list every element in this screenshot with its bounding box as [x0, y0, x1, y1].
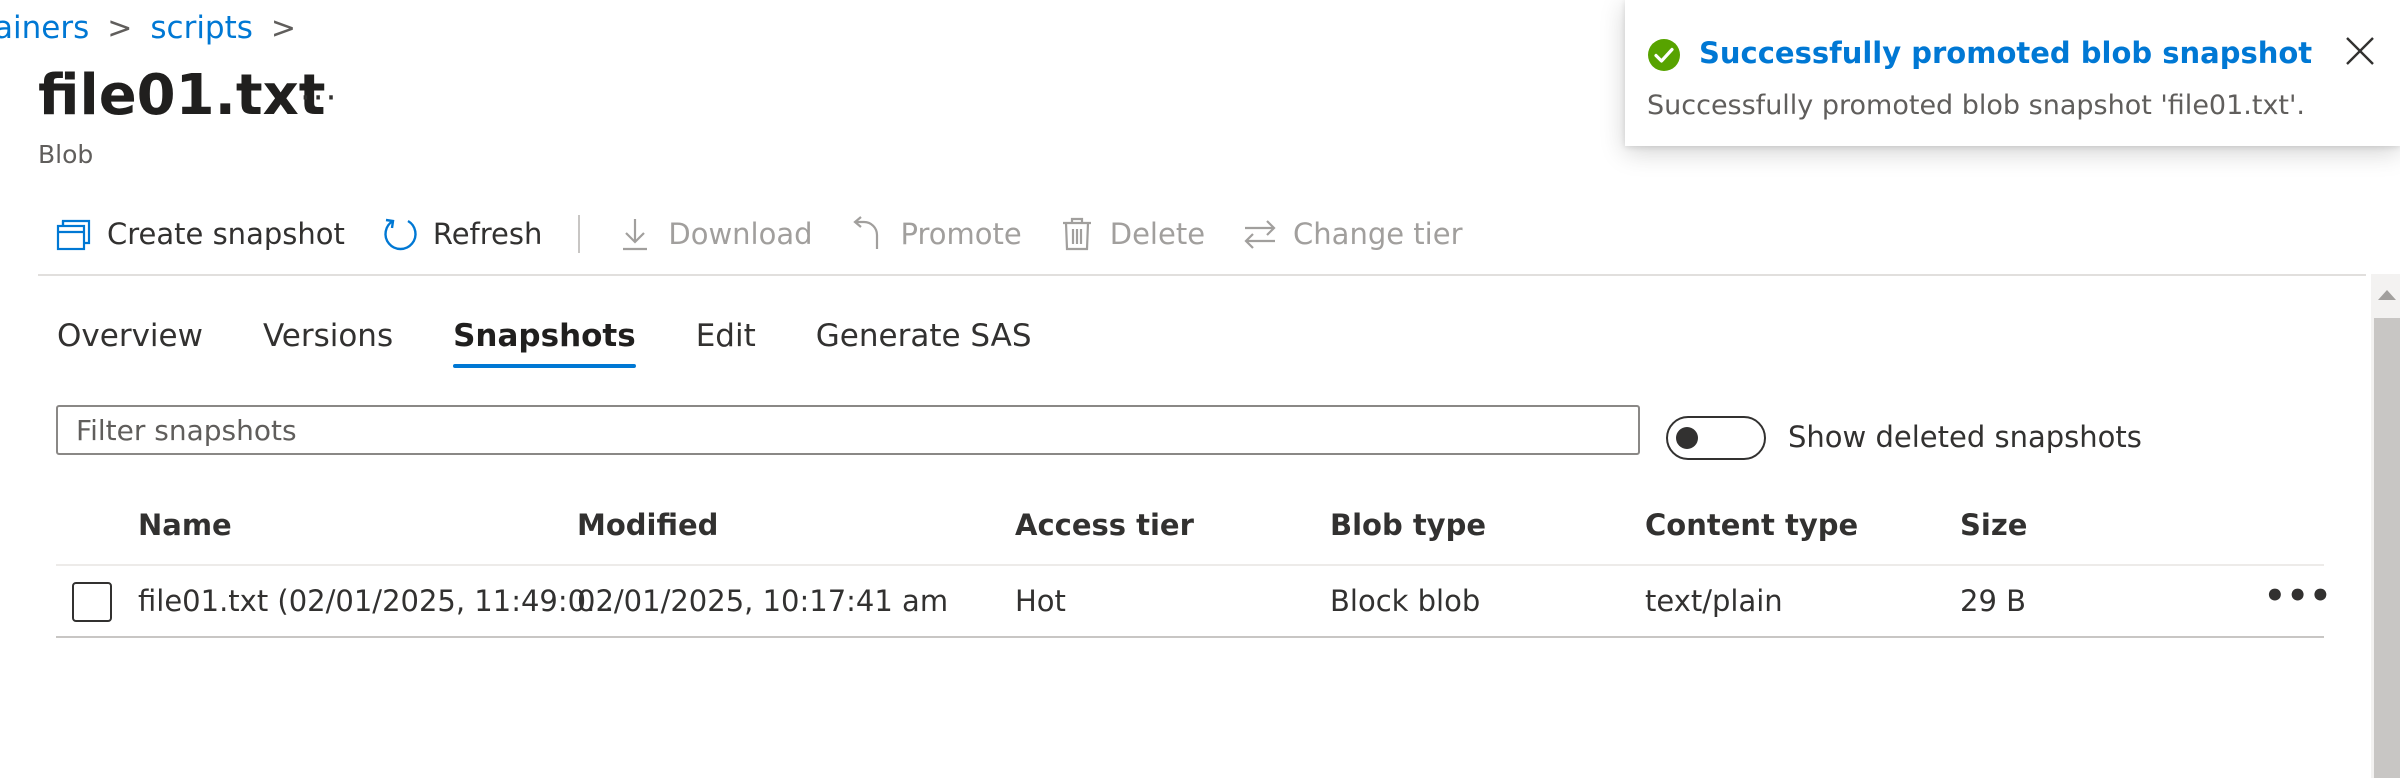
- more-actions-button[interactable]: ···: [300, 78, 338, 118]
- show-deleted-label: Show deleted snapshots: [1788, 420, 2142, 454]
- row-select-checkbox[interactable]: [72, 582, 112, 622]
- download-button[interactable]: Download: [616, 215, 813, 253]
- toolbar-divider-line: [38, 274, 2366, 276]
- breadcrumb-separator: >: [107, 10, 133, 46]
- breadcrumb-item-containers[interactable]: ainers: [0, 10, 89, 46]
- column-header-blob-type[interactable]: Blob type: [1330, 508, 1486, 542]
- cell-modified: 02/01/2025, 10:17:41 am: [577, 584, 949, 618]
- filter-snapshots-input[interactable]: [56, 405, 1640, 455]
- column-header-modified[interactable]: Modified: [577, 508, 718, 542]
- table-row-divider: [56, 636, 2324, 638]
- close-icon[interactable]: [2343, 34, 2377, 68]
- promote-icon: [852, 216, 878, 249]
- cell-content-type: text/plain: [1645, 584, 1783, 618]
- create-snapshot-button[interactable]: Create snapshot: [55, 215, 345, 253]
- tab-bar: Overview Versions Snapshots Edit Generat…: [57, 318, 1092, 368]
- breadcrumb-item-scripts[interactable]: scripts: [150, 10, 253, 46]
- row-more-actions-button[interactable]: •••: [2264, 576, 2332, 616]
- create-snapshot-label: Create snapshot: [107, 217, 345, 251]
- swap-arrows-icon: [1244, 220, 1276, 249]
- snapshot-stack-icon: [56, 219, 91, 251]
- page-subtitle: Blob: [38, 140, 94, 169]
- column-header-size[interactable]: Size: [1960, 508, 2027, 542]
- promote-label: Promote: [900, 217, 1022, 251]
- trash-icon: [1062, 217, 1091, 251]
- success-check-icon: [1648, 39, 1680, 71]
- cell-name[interactable]: file01.txt (02/01/2025, 11:49:0...: [138, 584, 614, 618]
- table-header-divider: [56, 564, 2324, 566]
- refresh-icon: [384, 218, 417, 251]
- tab-overview[interactable]: Overview: [57, 318, 203, 368]
- promote-button[interactable]: Promote: [849, 215, 1022, 253]
- cell-access-tier: Hot: [1015, 584, 1066, 618]
- delete-button[interactable]: Delete: [1058, 215, 1205, 253]
- change-tier-button[interactable]: Change tier: [1241, 215, 1463, 253]
- column-header-content-type[interactable]: Content type: [1645, 508, 1858, 542]
- column-header-name[interactable]: Name: [138, 508, 232, 542]
- refresh-label: Refresh: [432, 217, 543, 251]
- scrollbar-thumb[interactable]: [2374, 318, 2400, 778]
- cell-size: 29 B: [1960, 584, 2027, 618]
- show-deleted-toggle[interactable]: [1666, 416, 1766, 460]
- tab-snapshots[interactable]: Snapshots: [453, 318, 636, 368]
- delete-label: Delete: [1109, 217, 1206, 251]
- cell-blob-type: Block blob: [1330, 584, 1481, 618]
- notification-toast: Successfully promoted blob snapshot Succ…: [1625, 0, 2400, 146]
- download-label: Download: [668, 217, 813, 251]
- refresh-button[interactable]: Refresh: [381, 215, 543, 253]
- breadcrumb: ainers > scripts >: [0, 6, 314, 50]
- tab-edit[interactable]: Edit: [696, 318, 756, 368]
- command-bar: Create snapshot Refresh Download Promote: [55, 208, 1499, 260]
- toast-message: Successfully promoted blob snapshot 'fil…: [1647, 90, 2306, 121]
- tab-generate-sas[interactable]: Generate SAS: [816, 318, 1032, 368]
- change-tier-label: Change tier: [1293, 217, 1463, 251]
- download-icon: [623, 219, 648, 251]
- column-header-access-tier[interactable]: Access tier: [1015, 508, 1194, 542]
- breadcrumb-separator: >: [270, 10, 297, 46]
- toast-title: Successfully promoted blob snapshot: [1699, 36, 2313, 70]
- page-title: file01.txt: [38, 63, 326, 128]
- toolbar-divider: [578, 215, 581, 253]
- toggle-knob: [1676, 427, 1698, 449]
- tab-versions[interactable]: Versions: [263, 318, 393, 368]
- scroll-up-arrow-icon[interactable]: [2378, 290, 2396, 300]
